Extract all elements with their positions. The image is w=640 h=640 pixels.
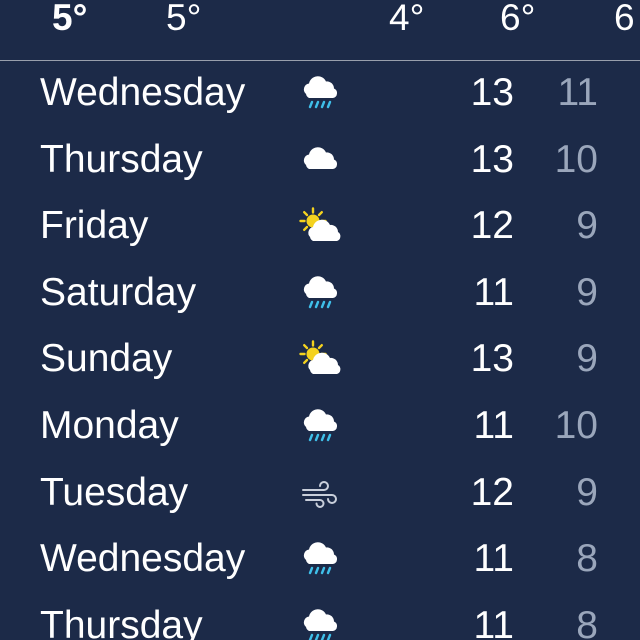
rain-icon xyxy=(298,540,342,580)
daily-row[interactable]: Thursday 11 8 xyxy=(0,594,640,640)
daily-row[interactable]: Tuesday 12 9 xyxy=(0,461,640,528)
day-name: Saturday xyxy=(40,270,197,314)
high-temp: 11 xyxy=(473,403,515,447)
hourly-temp: 5° xyxy=(52,0,88,38)
cloud-icon xyxy=(298,141,342,181)
hourly-temp: 6° xyxy=(500,0,536,38)
high-temp: 12 xyxy=(470,204,514,248)
high-temp: 11 xyxy=(473,537,515,581)
hourly-temp: 6 xyxy=(614,0,635,38)
low-temp: 9 xyxy=(576,204,598,248)
day-name: Wednesday xyxy=(40,537,246,581)
low-temp: 9 xyxy=(576,470,598,514)
low-temp: 10 xyxy=(554,403,598,447)
day-name: Thursday xyxy=(40,603,203,640)
high-temp: 12 xyxy=(470,470,514,514)
daily-row[interactable]: Sunday 13 9 xyxy=(0,327,640,394)
high-temp: 13 xyxy=(470,337,514,381)
daily-row[interactable]: Wednesday 13 11 xyxy=(0,61,640,128)
low-temp: 9 xyxy=(576,337,598,381)
rain-icon xyxy=(298,74,342,114)
rain-icon xyxy=(298,274,342,314)
hourly-temp: 4° xyxy=(389,0,425,38)
hourly-forecast-strip[interactable]: 5° 5° 4° 6° 6 xyxy=(0,0,640,60)
daily-row[interactable]: Thursday 13 10 xyxy=(0,128,640,195)
rain-icon xyxy=(298,407,342,447)
daily-row[interactable]: Monday 11 10 xyxy=(0,394,640,461)
low-temp: 11 xyxy=(557,71,599,114)
daily-forecast-list[interactable]: Wednesday 13 11 Thursday 13 10 Friday 12 9 Saturd… xyxy=(0,61,640,640)
daily-row[interactable]: Friday 12 9 xyxy=(0,194,640,261)
partly-sunny-icon xyxy=(298,207,342,247)
high-temp: 13 xyxy=(470,137,514,181)
hourly-temp: 5° xyxy=(166,0,202,38)
low-temp: 8 xyxy=(576,603,598,640)
high-temp: 11 xyxy=(473,270,515,314)
day-name: Wednesday xyxy=(40,71,246,114)
day-name: Sunday xyxy=(40,337,173,381)
rain-icon xyxy=(298,607,342,640)
day-name: Friday xyxy=(40,204,149,248)
low-temp: 8 xyxy=(576,537,598,581)
low-temp: 9 xyxy=(576,270,598,314)
day-name: Monday xyxy=(40,403,179,447)
daily-row[interactable]: Wednesday 11 8 xyxy=(0,527,640,594)
high-temp: 13 xyxy=(470,71,514,114)
wind-icon xyxy=(298,474,342,514)
daily-row[interactable]: Saturday 11 9 xyxy=(0,261,640,328)
high-temp: 11 xyxy=(473,603,515,640)
day-name: Tuesday xyxy=(40,470,189,514)
partly-sunny-icon xyxy=(298,340,342,380)
day-name: Thursday xyxy=(40,137,203,181)
low-temp: 10 xyxy=(554,137,598,181)
